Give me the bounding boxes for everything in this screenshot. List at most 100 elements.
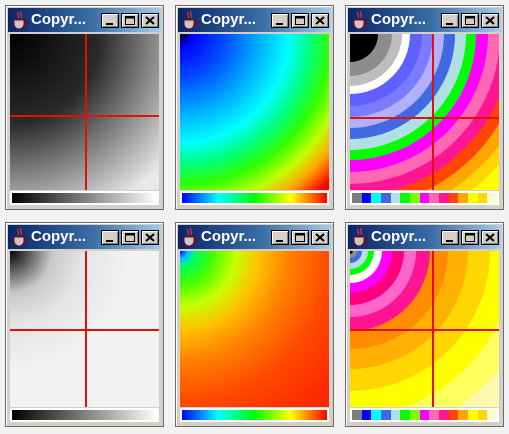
minimize-icon: [446, 23, 453, 25]
legend-swatch: [468, 410, 478, 420]
render-canvas[interactable]: [350, 251, 499, 407]
java-cup-icon: [13, 227, 27, 246]
minimize-button[interactable]: [101, 230, 119, 245]
window-title: Copyr...: [201, 11, 257, 28]
java-cup-icon: [353, 227, 367, 246]
minimize-icon: [446, 240, 453, 242]
minimize-button[interactable]: [271, 230, 289, 245]
minimize-button[interactable]: [441, 13, 459, 28]
window-titlebar[interactable]: Copyr...: [8, 8, 161, 32]
maximize-icon: [295, 16, 305, 25]
legend-gradient-bar: [12, 410, 157, 420]
java-cup-icon: [183, 227, 197, 246]
window-title: Copyr...: [31, 228, 87, 245]
legend-swatch: [352, 410, 362, 420]
legend-swatch: [477, 193, 488, 203]
close-button[interactable]: [311, 13, 329, 28]
minimize-icon: [276, 23, 283, 25]
legend-swatch: [439, 193, 449, 203]
maximize-button[interactable]: [461, 13, 479, 28]
maximize-icon: [125, 16, 135, 25]
maximize-button[interactable]: [291, 13, 309, 28]
java-cup-icon: [353, 10, 367, 29]
legend-swatch: [400, 193, 411, 203]
crosshair-horizontal: [350, 329, 499, 331]
maximize-icon: [295, 233, 305, 242]
discrete-blue-field: [350, 34, 499, 190]
legend-swatch: [419, 410, 430, 420]
maximize-button[interactable]: [121, 13, 139, 28]
legend-gradient-bar: [182, 410, 327, 420]
close-icon: [485, 233, 495, 242]
legend-swatch: [458, 410, 469, 420]
legend-swatch: [410, 410, 420, 420]
legend-swatch: [390, 193, 401, 203]
render-canvas[interactable]: [10, 34, 159, 190]
maximize-icon: [465, 16, 475, 25]
close-icon: [315, 16, 325, 25]
legend-swatch: [477, 410, 488, 420]
java-cup-icon: [13, 10, 27, 29]
window-discrete-blue[interactable]: Copyr...: [345, 5, 504, 210]
java-cup-icon: [183, 10, 197, 29]
maximize-icon: [125, 233, 135, 242]
window-titlebar[interactable]: Copyr...: [178, 225, 331, 249]
render-canvas[interactable]: [180, 34, 329, 190]
minimize-button[interactable]: [271, 13, 289, 28]
render-canvas[interactable]: [180, 251, 329, 407]
legend-swatch: [400, 410, 411, 420]
legend-swatch: [390, 410, 401, 420]
legend-gradient-bar: [182, 193, 327, 203]
maximize-icon: [465, 233, 475, 242]
window-title: Copyr...: [201, 228, 257, 245]
legend-swatch: [429, 410, 440, 420]
legend-swatch: [381, 193, 391, 203]
maximize-button[interactable]: [461, 230, 479, 245]
crosshair-vertical: [431, 34, 434, 190]
window-title: Copyr...: [371, 11, 427, 28]
minimize-icon: [276, 240, 283, 242]
window-grayscale-dark[interactable]: Copyr...: [5, 5, 164, 210]
close-icon: [145, 16, 155, 25]
legend-swatch: [361, 410, 372, 420]
close-button[interactable]: [311, 230, 329, 245]
close-icon: [485, 16, 495, 25]
color-legend: [350, 408, 499, 422]
legend-swatch: [381, 410, 391, 420]
legend-swatch: [371, 410, 382, 420]
minimize-icon: [106, 240, 113, 242]
legend-swatch: [487, 193, 498, 203]
color-legend: [350, 191, 499, 205]
legend-swatch: [429, 193, 440, 203]
close-button[interactable]: [481, 13, 499, 28]
window-discrete-pink[interactable]: Copyr...: [345, 222, 504, 427]
hue-red-field: [180, 251, 329, 407]
color-legend: [180, 191, 329, 205]
minimize-button[interactable]: [101, 13, 119, 28]
legend-swatch: [458, 193, 469, 203]
legend-swatch: [352, 193, 362, 203]
close-button[interactable]: [481, 230, 499, 245]
window-titlebar[interactable]: Copyr...: [348, 8, 501, 32]
window-titlebar[interactable]: Copyr...: [178, 8, 331, 32]
maximize-button[interactable]: [121, 230, 139, 245]
legend-swatch: [468, 193, 478, 203]
color-legend: [180, 408, 329, 422]
close-button[interactable]: [141, 230, 159, 245]
render-canvas[interactable]: [350, 34, 499, 190]
close-button[interactable]: [141, 13, 159, 28]
crosshair-vertical: [84, 251, 87, 407]
window-titlebar[interactable]: Copyr...: [348, 225, 501, 249]
minimize-icon: [106, 23, 113, 25]
legend-swatch: [410, 193, 420, 203]
window-hue-red[interactable]: Copyr...: [175, 222, 334, 427]
maximize-button[interactable]: [291, 230, 309, 245]
legend-swatch: [361, 193, 372, 203]
color-legend: [10, 191, 159, 205]
window-titlebar[interactable]: Copyr...: [8, 225, 161, 249]
minimize-button[interactable]: [441, 230, 459, 245]
legend-swatch: [487, 410, 498, 420]
render-canvas[interactable]: [10, 251, 159, 407]
window-hue[interactable]: Copyr...: [175, 5, 334, 210]
window-grayscale-light[interactable]: Copyr...: [5, 222, 164, 427]
